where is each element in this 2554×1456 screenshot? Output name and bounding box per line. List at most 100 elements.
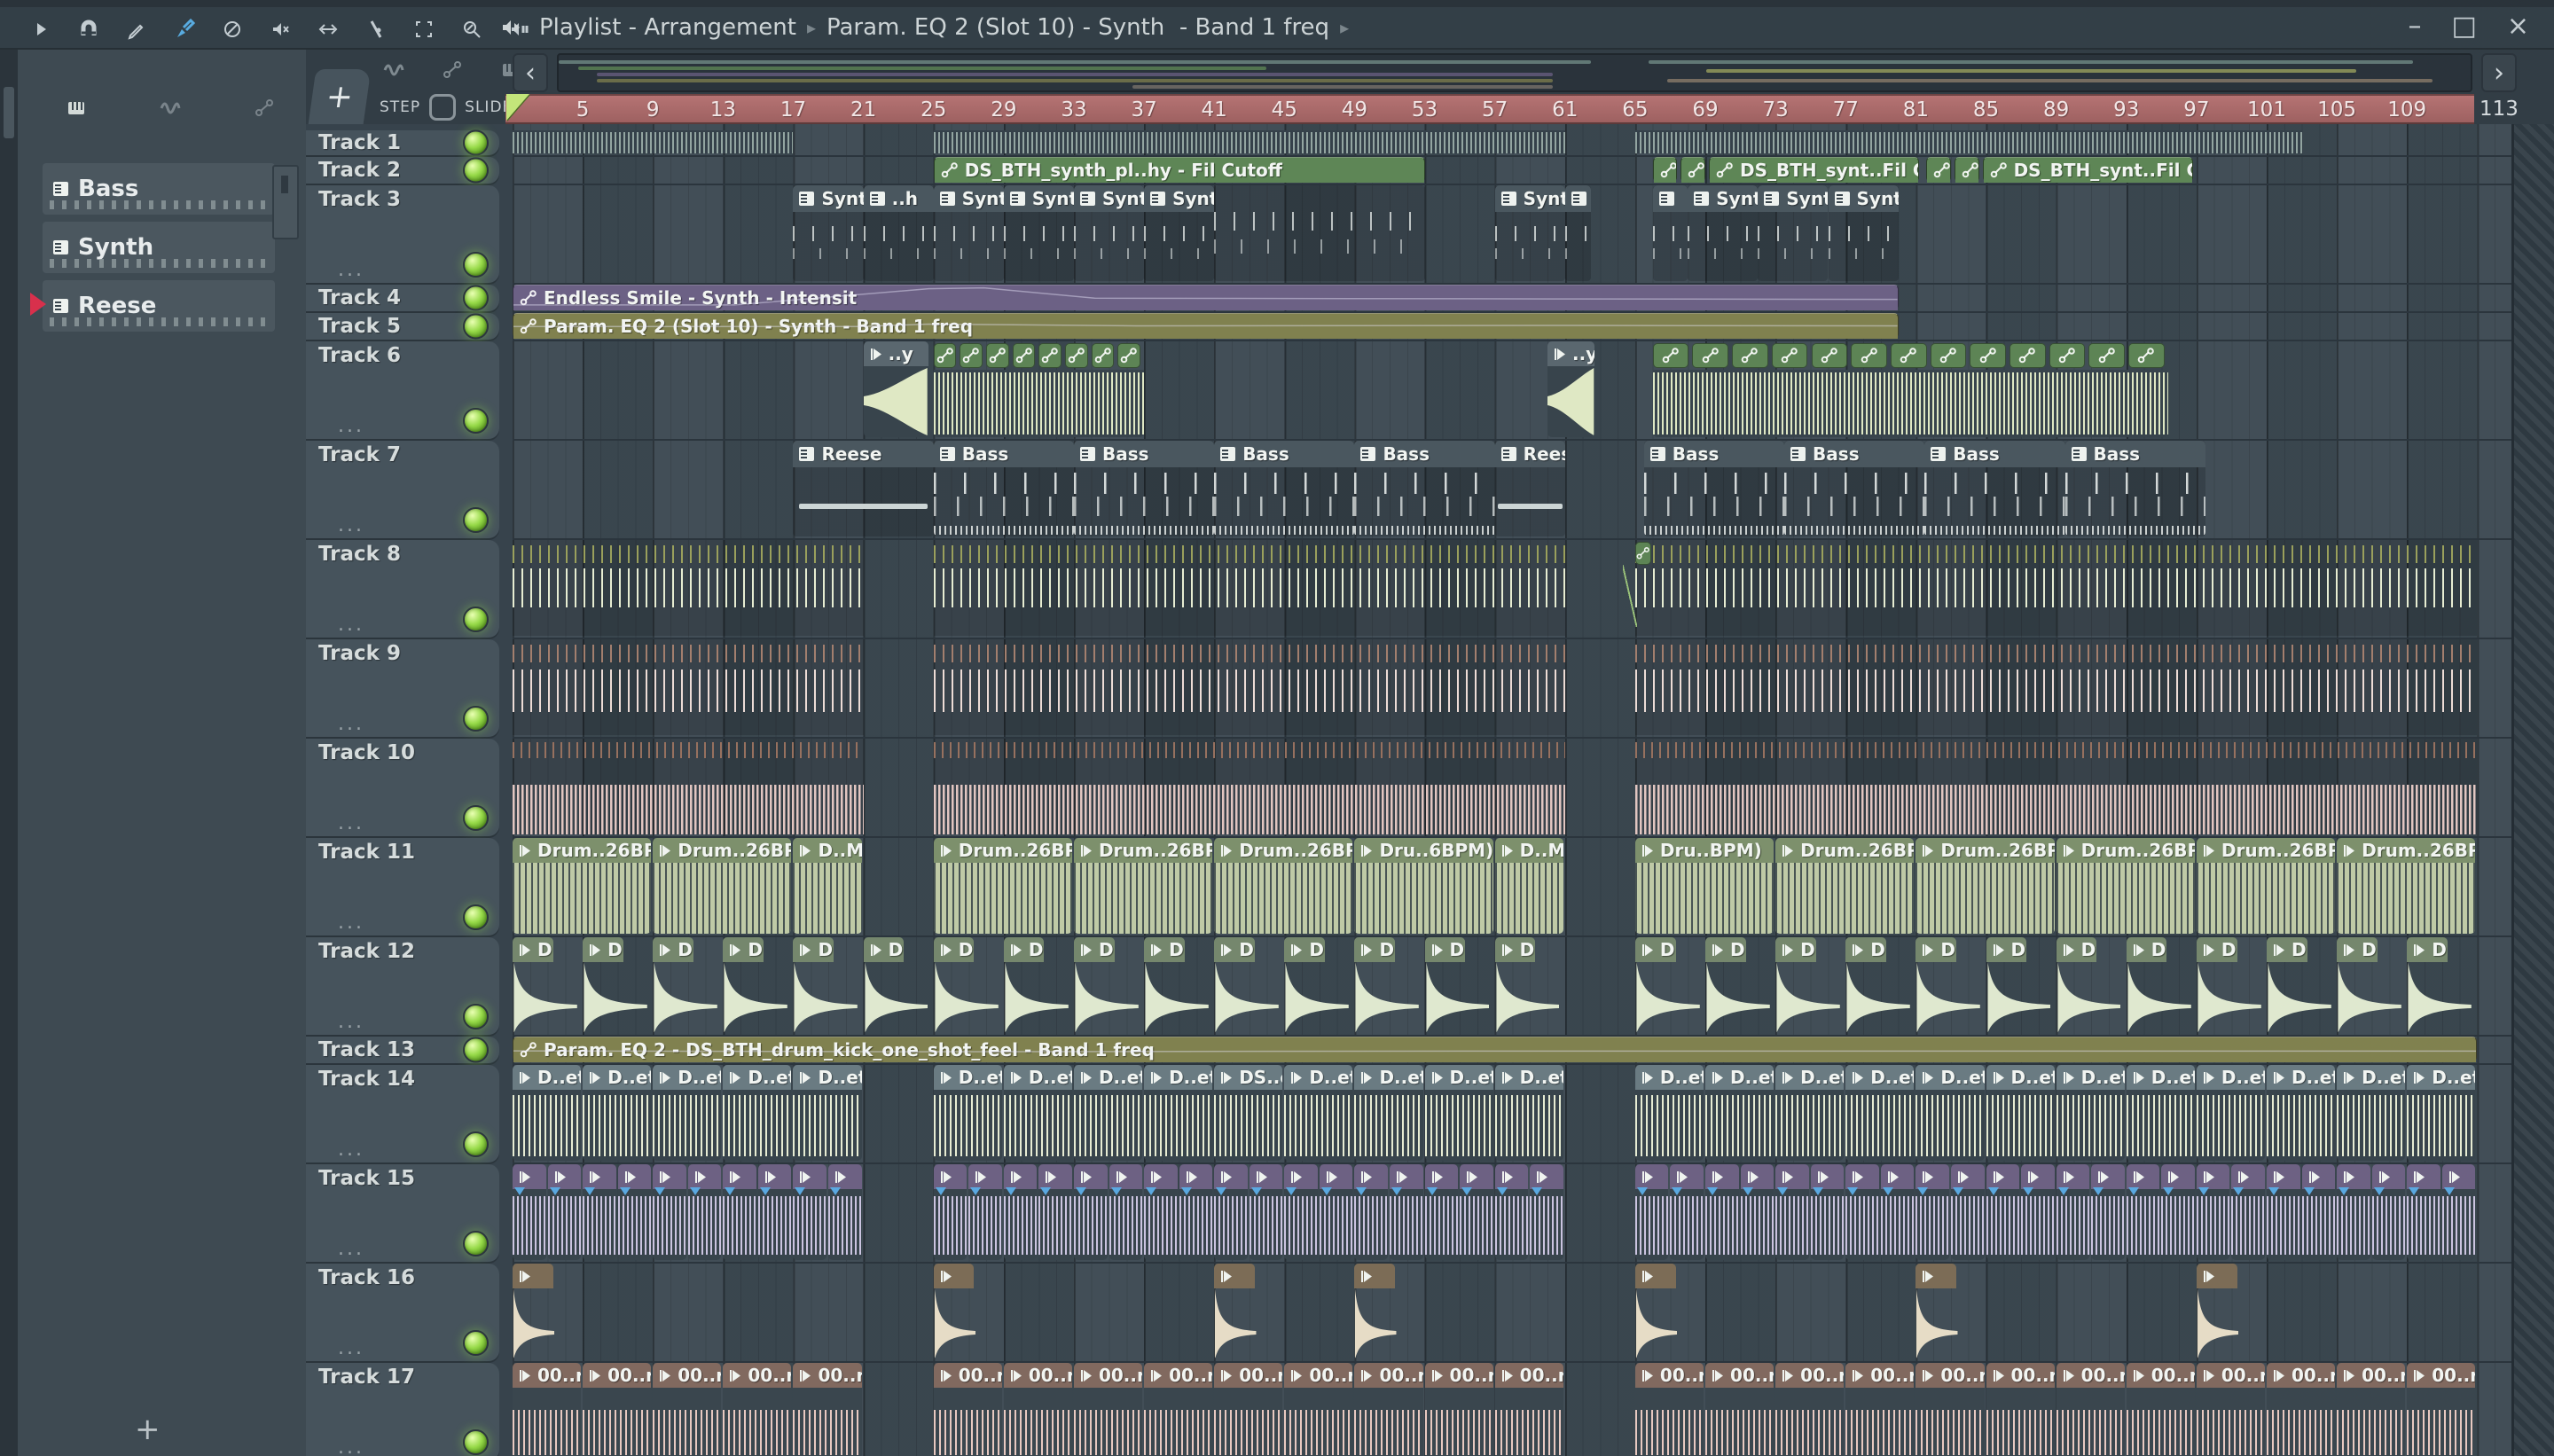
automation-clip[interactable]: Param. EQ 2 (Slot 10) - Synth - Band 1 f… — [513, 313, 1899, 339]
audio-clip[interactable] — [1670, 1164, 1704, 1260]
step-checkbox[interactable] — [429, 94, 457, 121]
picker-item-bass[interactable]: Bass — [43, 163, 275, 215]
audio-clip[interactable] — [1284, 1164, 1318, 1260]
track-lane-4[interactable]: Endless Smile - Synth - Intensit — [513, 285, 2511, 313]
pattern-stripe-clip[interactable] — [513, 739, 864, 834]
audio-clip[interactable]: D..et — [653, 1065, 722, 1161]
audio-clip[interactable] — [1845, 1164, 1879, 1260]
pattern-clip[interactable]: Synth — [793, 185, 864, 281]
audio-clip[interactable] — [1319, 1164, 1353, 1260]
audio-clip[interactable]: 00..r — [1073, 1363, 1143, 1456]
track-header-12[interactable]: Track 12... — [306, 937, 499, 1035]
one-shot-clip[interactable] — [1214, 1264, 1284, 1359]
track-lane-6[interactable]: ..y ..y — [513, 341, 2511, 441]
audio-clip[interactable]: D..et — [513, 1065, 582, 1161]
audio-clip-body[interactable] — [1652, 370, 2169, 437]
audio-clip[interactable]: 00..r — [653, 1363, 722, 1456]
audio-clip[interactable] — [2021, 1164, 2055, 1260]
audio-clip[interactable]: D..et — [1845, 1065, 1915, 1161]
track-mute-led[interactable] — [463, 252, 489, 278]
audio-clip[interactable]: 00..r — [1144, 1363, 1213, 1456]
mute-icon[interactable] — [262, 14, 298, 44]
audio-clip[interactable] — [1460, 1164, 1493, 1260]
track-lane-7[interactable]: Reese Bass Bass Bass Bass Reese Bass Bass Bass Ba… — [513, 441, 2511, 540]
one-shot-clip[interactable]: D.. — [2267, 937, 2337, 1033]
track-lane-10[interactable] — [513, 739, 2511, 838]
automation-clip[interactable] — [1926, 157, 1951, 183]
automation-chip[interactable] — [1811, 343, 1848, 368]
one-shot-clip[interactable]: D.. — [1845, 937, 1916, 1033]
track-lane-9[interactable] — [513, 639, 2511, 739]
pattern-stripe-clip[interactable] — [513, 540, 864, 636]
audio-clip[interactable]: 00..r — [1634, 1363, 1704, 1456]
one-shot-clip[interactable]: D.. — [1214, 937, 1284, 1033]
track-header-8[interactable]: Track 8... — [306, 540, 499, 638]
audio-clip[interactable] — [2337, 1164, 2370, 1260]
track-header-15[interactable]: Track 15... — [306, 1164, 499, 1262]
audio-clip[interactable]: 00..r — [1424, 1363, 1493, 1456]
automation-clip[interactable] — [1680, 157, 1706, 183]
audio-clip[interactable] — [1038, 1164, 1072, 1260]
pattern-stripe-clip[interactable] — [933, 540, 1565, 636]
pattern-clip[interactable]: Bass — [1924, 441, 2065, 536]
pattern-clip[interactable] — [1652, 185, 1688, 281]
audio-clip[interactable]: ..y — [863, 341, 928, 437]
minimize-button[interactable]: – — [2409, 11, 2422, 42]
audio-clip[interactable] — [617, 1164, 652, 1260]
one-shot-clip[interactable]: D.. — [583, 937, 653, 1033]
audio-clip[interactable]: 00..r — [1494, 1363, 1563, 1456]
audio-clip[interactable] — [513, 1164, 546, 1260]
audio-clip[interactable] — [1494, 1164, 1529, 1260]
zoom-icon[interactable] — [454, 14, 490, 44]
maximize-button[interactable]: □ — [2452, 11, 2477, 42]
pattern-clip[interactable]: Bass — [1354, 441, 1495, 536]
picker-item-synth[interactable]: Synth — [43, 222, 275, 273]
audio-clip[interactable]: D..M) — [793, 838, 862, 934]
track-header-11[interactable]: Track 11... — [306, 838, 499, 935]
audio-clip[interactable]: 00..r — [1003, 1363, 1072, 1456]
automation-clip[interactable]: Endless Smile - Synth - Intensit — [513, 285, 1899, 310]
track-mute-led[interactable] — [463, 129, 489, 156]
automation-chip[interactable] — [1038, 343, 1062, 368]
audio-clip[interactable]: 00..r — [1214, 1363, 1283, 1456]
pattern-clip[interactable]: Synth — [1688, 185, 1759, 281]
track-mute-led[interactable] — [463, 313, 489, 340]
left-scrollbar-thumb[interactable] — [4, 87, 14, 138]
pattern-clip[interactable]: Synth — [1494, 185, 1565, 281]
audio-clip[interactable]: 00..r — [2126, 1363, 2195, 1456]
audio-clip[interactable] — [933, 1164, 968, 1260]
one-shot-clip[interactable] — [933, 1264, 1004, 1359]
one-shot-clip[interactable]: D.. — [1073, 937, 1144, 1033]
audio-clip[interactable]: Drum..26BPM) — [2337, 838, 2476, 934]
automation-chip[interactable] — [2049, 343, 2086, 368]
automation-chip[interactable] — [1771, 343, 1808, 368]
track-lane-2[interactable]: DS_BTH_synth_pl..hy - Fil Cutoff DS_BTH_s… — [513, 157, 2511, 185]
one-shot-clip[interactable] — [1354, 1264, 1424, 1359]
audio-clip[interactable]: 00..r — [583, 1363, 652, 1456]
audio-clip[interactable] — [2371, 1164, 2406, 1260]
audio-clip[interactable] — [1740, 1164, 1774, 1260]
one-shot-clip[interactable] — [2196, 1264, 2267, 1359]
waveform-source-icon[interactable] — [376, 55, 411, 85]
pattern-stripe-clip[interactable] — [933, 639, 1565, 735]
track-header-4[interactable]: Track 4 — [306, 285, 499, 311]
track-mute-led[interactable] — [463, 1429, 489, 1455]
audio-clip[interactable] — [2161, 1164, 2195, 1260]
pattern-clip[interactable]: Bass — [1643, 441, 1785, 536]
audio-clip[interactable] — [1109, 1164, 1143, 1260]
audio-clip[interactable]: Dru..BPM) — [1634, 838, 1774, 934]
automation-chip[interactable] — [2010, 343, 2046, 368]
audio-clip[interactable]: D..et — [583, 1065, 652, 1161]
pattern-clip[interactable]: Bass — [1784, 441, 1925, 536]
audio-clip[interactable]: D..et — [2407, 1065, 2476, 1161]
audio-clip[interactable]: D..et — [1634, 1065, 1704, 1161]
playlist-add-tab-button[interactable]: + — [308, 69, 372, 124]
track-header-1[interactable]: Track 1 — [306, 129, 499, 156]
automation-chip[interactable] — [933, 343, 957, 368]
audio-clip[interactable] — [1634, 1164, 1669, 1260]
audio-clip[interactable] — [1916, 1164, 1949, 1260]
audio-clip[interactable] — [687, 1164, 722, 1260]
automation-chip[interactable] — [1091, 343, 1115, 368]
track-header-6[interactable]: Track 6... — [306, 341, 499, 439]
audio-clip[interactable] — [828, 1164, 862, 1260]
